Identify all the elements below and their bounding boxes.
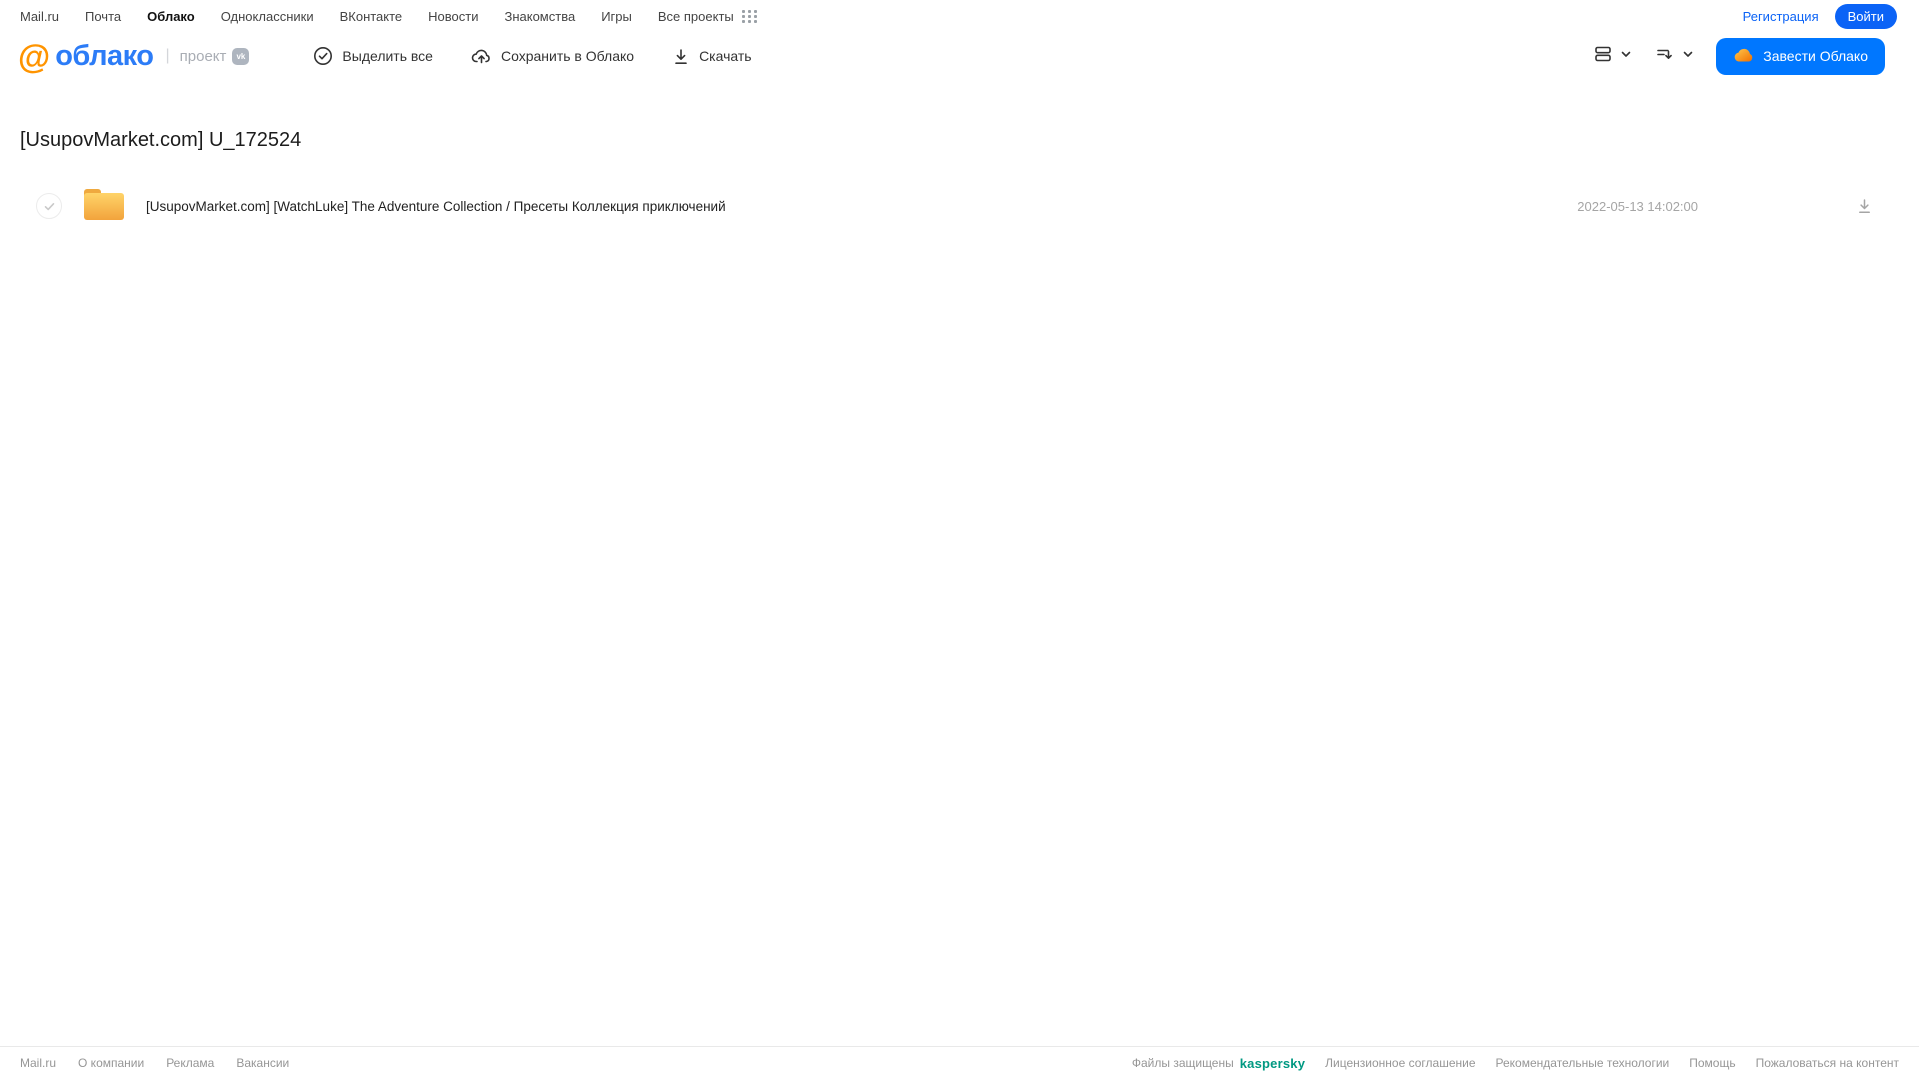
footer-link-recommendations[interactable]: Рекомендательные технологии [1496, 1056, 1670, 1070]
view-mode-icon [1592, 43, 1614, 70]
row-checkbox[interactable] [36, 193, 62, 219]
main-content: [UsupovMarket.com] U_172524 [UsupovMarke… [0, 129, 1919, 230]
mailru-at-icon: @ [18, 37, 51, 75]
folder-icon [82, 186, 126, 227]
kaspersky-logo[interactable]: kaspersky [1240, 1056, 1305, 1071]
portal-link-all-projects[interactable]: Все проекты [658, 9, 734, 24]
portal-link-odnoklassniki[interactable]: Одноклассники [221, 9, 314, 24]
chevron-down-icon [1682, 47, 1694, 65]
cloud-header: @ облако | проект vk Выделить все Сохран… [0, 32, 1919, 80]
file-list: [UsupovMarket.com] [WatchLuke] The Adven… [20, 182, 1899, 230]
footer-right-links: Файлы защищены kaspersky Лицензионное со… [1132, 1056, 1899, 1071]
portal-link-vkontakte[interactable]: ВКонтакте [340, 9, 403, 24]
all-projects-grid-icon[interactable] [741, 9, 758, 23]
portal-link-games[interactable]: Игры [601, 9, 632, 24]
kaspersky-protection: Файлы защищены kaspersky [1131, 1055, 1306, 1071]
footer-link-help[interactable]: Помощь [1689, 1056, 1735, 1070]
sort-order-icon [1654, 43, 1676, 70]
file-row[interactable]: [UsupovMarket.com] [WatchLuke] The Adven… [20, 182, 1899, 230]
footer-link-jobs[interactable]: Вакансии [236, 1056, 289, 1070]
portal-topbar: Mail.ru Почта Облако Одноклассники ВКонт… [0, 0, 1919, 32]
row-download-icon[interactable] [1856, 197, 1873, 215]
view-mode-dropdown[interactable] [1592, 43, 1632, 70]
cloud-logo[interactable]: @ облако | проект vk [18, 37, 250, 75]
portal-link-mailru[interactable]: Mail.ru [20, 9, 59, 24]
chevron-down-icon [1620, 47, 1632, 65]
save-to-cloud-button[interactable]: Сохранить в Облако [471, 46, 634, 66]
vk-project-label: | проект vk [166, 47, 250, 65]
sort-order-dropdown[interactable] [1654, 43, 1694, 70]
get-cloud-button[interactable]: Завести Облако [1716, 37, 1885, 75]
portal-link-dating[interactable]: Знакомства [504, 9, 575, 24]
footer-link-license[interactable]: Лицензионное соглашение [1325, 1056, 1475, 1070]
file-name[interactable]: [UsupovMarket.com] [WatchLuke] The Adven… [146, 199, 1577, 214]
footer-link-mailru[interactable]: Mail.ru [20, 1056, 56, 1070]
footer-link-ads[interactable]: Реклама [166, 1056, 214, 1070]
footer-link-report[interactable]: Пожаловаться на контент [1756, 1056, 1899, 1070]
file-modified-date: 2022-05-13 14:02:00 [1577, 198, 1698, 214]
vk-badge-icon: vk [232, 47, 250, 65]
register-link[interactable]: Регистрация [1743, 9, 1819, 24]
portal-link-news[interactable]: Новости [428, 9, 478, 24]
select-all-button[interactable]: Выделить все [313, 46, 433, 66]
file-toolbar: Выделить все Сохранить в Облако Скачать [313, 46, 752, 66]
footer-link-about[interactable]: О компании [78, 1056, 144, 1070]
page-footer: Mail.ru О компании Реклама Вакансии Файл… [0, 1046, 1919, 1079]
login-button[interactable]: Войти [1834, 3, 1897, 29]
portal-link-mail[interactable]: Почта [85, 9, 121, 24]
view-controls: Завести Облако [1592, 37, 1885, 75]
check-circle-icon [313, 46, 333, 66]
portal-links: Mail.ru Почта Облако Одноклассники ВКонт… [20, 9, 734, 24]
download-button[interactable]: Скачать [672, 47, 752, 66]
portal-link-cloud[interactable]: Облако [147, 9, 195, 24]
cloud-upload-icon [471, 46, 492, 66]
download-icon [672, 47, 690, 66]
footer-left-links: Mail.ru О компании Реклама Вакансии [20, 1056, 289, 1070]
page-title: [UsupovMarket.com] U_172524 [20, 129, 302, 151]
logo-separator: | [165, 47, 170, 64]
cloud-logo-text: облако [55, 39, 154, 72]
orange-cloud-icon [1733, 47, 1754, 66]
